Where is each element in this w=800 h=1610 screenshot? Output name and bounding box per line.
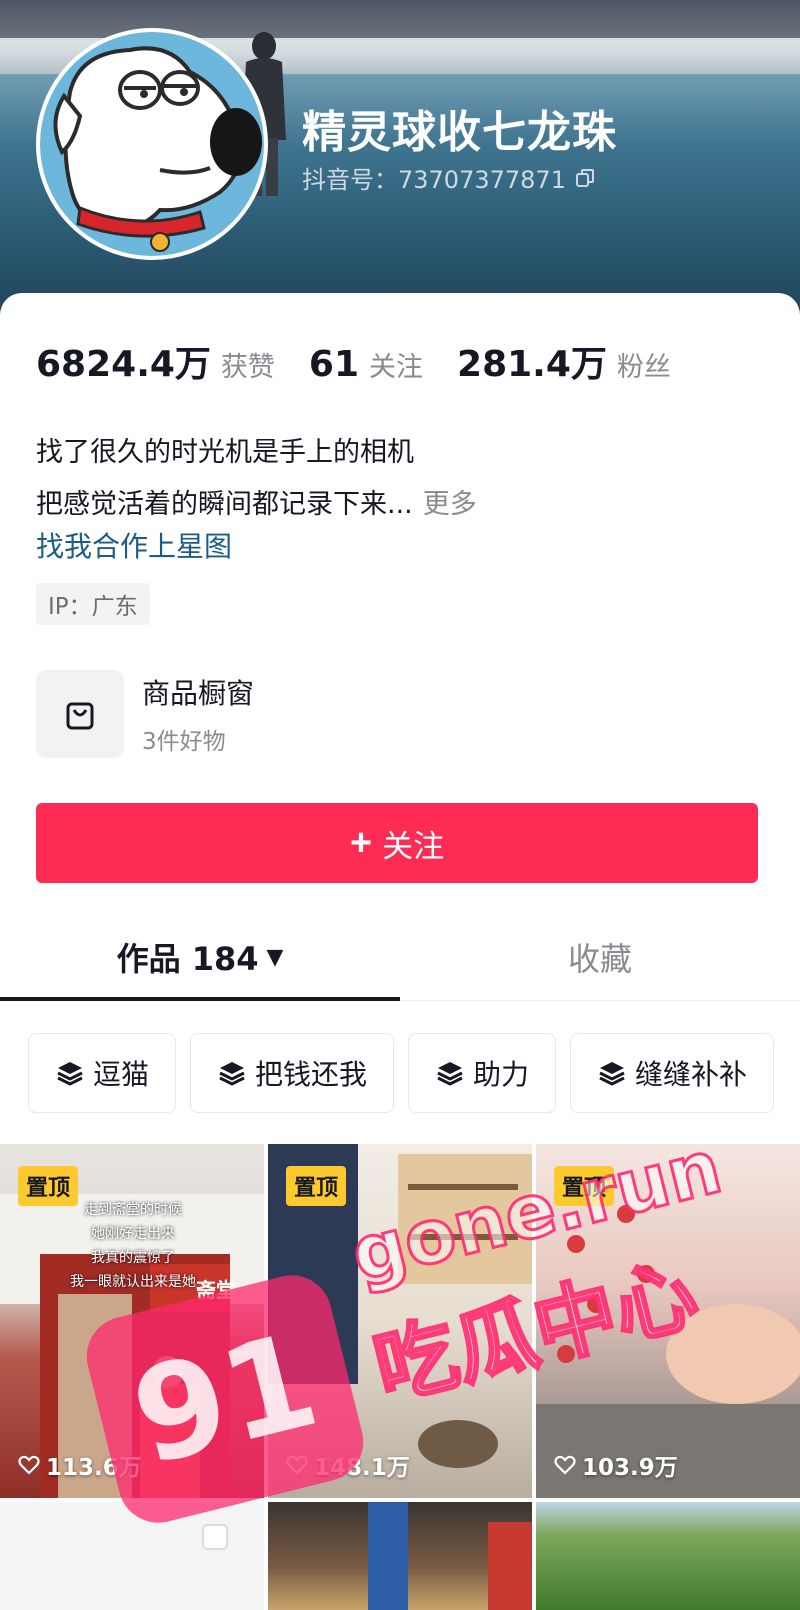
collection-chip[interactable]: 把钱还我: [190, 1033, 395, 1113]
heart-icon: [286, 1455, 308, 1475]
like-count: 148.1万: [286, 1448, 410, 1482]
stat-following[interactable]: 61 关注: [309, 344, 423, 385]
stat-followers[interactable]: 281.4万 粉丝: [457, 335, 671, 387]
tab-favorites-label: 收藏: [567, 940, 632, 978]
like-count-value: 148.1万: [314, 1455, 410, 1481]
video-tile[interactable]: [536, 1502, 800, 1610]
collection-chip-label: 缝缝补补: [635, 1058, 748, 1091]
shopping-bag-icon: [36, 670, 124, 758]
video-caption: 走到斋堂的时候 她刚好走出来 我真的震惊了 我一眼就认出来是她: [70, 1198, 196, 1294]
copy-icon[interactable]: [574, 167, 596, 189]
caption-line: 我一眼就认出来是她: [70, 1274, 196, 1290]
plus-icon: +: [349, 821, 373, 864]
collection-chip-label: 助力: [473, 1058, 530, 1091]
bio-line-1: 找了很久的时光机是手上的相机: [36, 437, 414, 468]
video-tile[interactable]: [268, 1502, 532, 1610]
tab-works[interactable]: 作品 184 ▼: [0, 913, 400, 1001]
image-placeholder-icon: [202, 1524, 228, 1550]
stat-following-label: 关注: [369, 352, 424, 383]
shop-title: 商品橱窗: [142, 677, 255, 710]
heart-icon: [554, 1455, 576, 1475]
like-count: 103.9万: [554, 1448, 678, 1482]
bio: 找了很久的时光机是手上的相机 把感觉活着的瞬间都记录下来... 更多: [36, 427, 477, 531]
tab-favorites[interactable]: 收藏: [400, 913, 800, 1001]
collection-chip[interactable]: 助力: [408, 1033, 557, 1113]
shop-sign: 斋堂: [196, 1278, 236, 1302]
video-tile[interactable]: 置顶 148.1万: [268, 1144, 532, 1498]
collab-link[interactable]: 找我合作上星图: [36, 525, 232, 565]
caption-line: 她刚好走出来: [91, 1226, 175, 1242]
content-tabs: 作品 184 ▼ 收藏: [0, 913, 800, 1001]
like-count: 113.6万: [18, 1448, 142, 1482]
shop-subtitle: 3件好物: [142, 729, 226, 755]
pinned-badge: 置顶: [18, 1166, 79, 1206]
video-tile[interactable]: 置顶 103.9万: [536, 1144, 800, 1498]
avatar[interactable]: [36, 28, 268, 260]
stat-followers-label: 粉丝: [616, 352, 671, 383]
heart-icon: [18, 1455, 40, 1475]
shop-window[interactable]: 商品橱窗 3件好物: [36, 670, 254, 758]
stat-likes-label: 获赞: [220, 352, 275, 383]
caption-line: 我真的震惊了: [91, 1250, 175, 1266]
stat-followers-value: 281.4万: [457, 344, 607, 385]
stats-row: 6824.4万 获赞 61 关注 281.4万 粉丝: [36, 335, 705, 387]
shop-text: 商品橱窗 3件好物: [142, 672, 254, 756]
dog-avatar-icon: [40, 32, 264, 256]
tab-works-label: 作品 184: [116, 940, 259, 978]
nickname: 精灵球收七龙珠: [302, 107, 617, 158]
ip-location-tag: IP：广东: [36, 583, 150, 625]
caption-line: 走到斋堂的时候: [84, 1202, 182, 1218]
active-tab-indicator: [0, 997, 400, 1001]
like-count-value: 103.9万: [582, 1455, 678, 1481]
layers-icon: [599, 1062, 625, 1086]
collection-chip-label: 把钱还我: [255, 1058, 368, 1091]
stat-likes-value: 6824.4万: [36, 344, 211, 385]
caret-down-icon: ▼: [266, 944, 284, 970]
bio-more-link[interactable]: 更多: [423, 489, 477, 520]
video-tile[interactable]: 置顶 走到斋堂的时候 她刚好走出来 我真的震惊了 我一眼就认出来是她 斋堂 11…: [0, 1144, 264, 1498]
follow-button[interactable]: + 关注: [36, 803, 758, 883]
follow-button-label: 关注: [382, 828, 445, 864]
layers-icon: [219, 1062, 245, 1086]
bio-line-2: 把感觉活着的瞬间都记录下来... 更多: [36, 479, 477, 531]
like-count-value: 113.6万: [46, 1455, 142, 1481]
video-tile[interactable]: [0, 1502, 264, 1610]
douyin-id-text: 抖音号：73707377871: [302, 166, 566, 194]
bio-line-2-text: 把感觉活着的瞬间都记录下来...: [36, 489, 413, 520]
collection-chip[interactable]: 逗猫: [28, 1033, 177, 1113]
douyin-id[interactable]: 抖音号：73707377871: [302, 160, 596, 195]
collection-chips: 逗猫 把钱还我 助力 缝缝补补: [28, 1033, 775, 1113]
collection-chip-label: 逗猫: [93, 1058, 150, 1091]
layers-icon: [437, 1062, 463, 1086]
video-thumbnail: [368, 1502, 532, 1610]
layers-icon: [57, 1062, 83, 1086]
collection-chip[interactable]: 缝缝补补: [570, 1033, 775, 1113]
pinned-badge: 置顶: [286, 1166, 347, 1206]
stat-likes[interactable]: 6824.4万 获赞: [36, 335, 275, 387]
pinned-badge: 置顶: [554, 1166, 615, 1206]
stat-following-value: 61: [308, 344, 360, 385]
